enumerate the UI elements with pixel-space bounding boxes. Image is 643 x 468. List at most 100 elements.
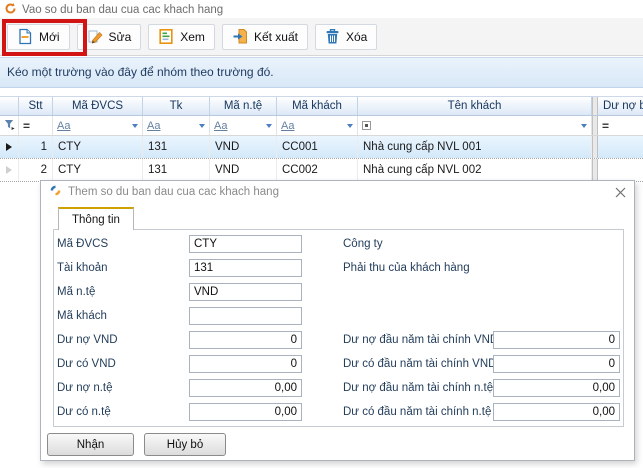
new-button-label: Mới [39, 30, 60, 44]
new-button[interactable]: Mới [7, 24, 70, 50]
filter-cell-ma-dvcs[interactable]: Aa [53, 116, 143, 135]
cell-ma-dvcs[interactable]: CTY [53, 159, 143, 181]
cell-ma-khach[interactable]: CC002 [277, 159, 358, 181]
grid-header-row: Stt Mã ĐVCS Tk Mã n.tệ Mã khách Tên khác… [0, 96, 643, 116]
form-refresh-icon [4, 2, 17, 18]
current-row-arrow-icon [6, 143, 12, 151]
field-label-du-co-dau-nam-nte: Dư có đầu năm tài chính n.tệ [343, 403, 493, 421]
field-input-du-co-vnd[interactable] [189, 355, 302, 373]
customer-balance-grid: Stt Mã ĐVCS Tk Mã n.tệ Mã khách Tên khác… [0, 96, 643, 182]
field-input-du-no-vnd[interactable] [189, 331, 302, 349]
cell-du-no[interactable] [598, 159, 643, 181]
column-header-du-no[interactable]: Dư nợ ba [598, 97, 643, 115]
filter-cell-ma-khach[interactable]: Aa [277, 116, 358, 135]
view-button-label: Xem [180, 30, 205, 44]
chevron-down-icon[interactable] [581, 124, 587, 128]
accept-button[interactable]: Nhận [47, 433, 134, 456]
filter-text-operator: Aa [281, 120, 294, 132]
field-input-ma-dvcs[interactable] [189, 235, 302, 253]
add-balance-dialog: Them so du ban dau cua cac khach hang Th… [40, 180, 635, 461]
row-selector-cell[interactable] [0, 159, 19, 181]
field-label-du-no-dau-nam-nte: Dư nợ đầu năm tài chính n.tệ [343, 379, 493, 397]
cell-ten-khach[interactable]: Nhà cung cấp NVL 001 [358, 136, 592, 158]
filter-box-icon [362, 121, 371, 130]
tab-thong-tin[interactable]: Thông tin [58, 207, 134, 230]
delete-button[interactable]: Xóa [315, 24, 377, 50]
chevron-down-icon[interactable] [132, 124, 138, 128]
column-header-ma-nte[interactable]: Mã n.tệ [210, 97, 277, 115]
app-logo-icon [49, 184, 62, 200]
cell-stt[interactable]: 1 [19, 136, 53, 158]
filter-cell-stt[interactable]: = [19, 116, 53, 135]
cell-ma-nte[interactable]: VND [210, 136, 277, 158]
field-input-tai-khoan[interactable] [189, 259, 302, 277]
field-label-du-no-dau-nam-vnd: Dư nợ đầu năm tài chính VND [343, 331, 493, 349]
column-header-ma-khach[interactable]: Mã khách [277, 97, 358, 115]
row-selector-cell[interactable] [0, 136, 19, 158]
filter-funnel-cell[interactable] [0, 116, 19, 135]
filter-text-operator: Aa [214, 120, 227, 132]
cell-tk[interactable]: 131 [143, 159, 210, 181]
filter-text-operator: Aa [147, 120, 160, 132]
field-input-du-no-dau-nam-nte[interactable] [493, 379, 620, 397]
view-list-icon [158, 28, 174, 45]
filter-cell-ten-khach[interactable] [358, 116, 592, 135]
export-button[interactable]: Kết xuất [222, 24, 308, 50]
cancel-button[interactable]: Hủy bỏ [144, 433, 226, 456]
row-arrow-icon [6, 166, 12, 174]
cell-stt[interactable]: 2 [19, 159, 53, 181]
field-input-du-co-dau-nam-nte[interactable] [493, 403, 620, 421]
cell-ten-khach[interactable]: Nhà cung cấp NVL 002 [358, 159, 592, 181]
field-label-ma-khach: Mã khách [57, 307, 187, 325]
field-input-du-no-nte[interactable] [189, 379, 302, 397]
cell-ma-nte[interactable]: VND [210, 159, 277, 181]
chevron-down-icon[interactable] [199, 124, 205, 128]
table-row[interactable]: 1 CTY 131 VND CC001 Nhà cung cấp NVL 001 [0, 136, 643, 158]
field-input-ma-khach[interactable] [189, 307, 302, 325]
window-title-bar: Vao so du ban dau cua cac khach hang [4, 1, 223, 18]
chevron-down-icon[interactable] [347, 124, 353, 128]
cell-ma-dvcs[interactable]: CTY [53, 136, 143, 158]
edit-button-label: Sửa [109, 30, 132, 44]
edit-pencil-icon [87, 28, 103, 45]
field-label-du-co-nte: Dư có n.tệ [57, 403, 187, 421]
field-input-du-no-dau-nam-vnd[interactable] [493, 331, 620, 349]
filter-text-operator: Aa [57, 120, 70, 132]
new-document-icon [17, 28, 33, 45]
filter-cell-tk[interactable]: Aa [143, 116, 210, 135]
filter-funnel-icon [4, 119, 15, 133]
export-icon [232, 28, 248, 45]
filter-equals-operator: = [602, 119, 608, 133]
delete-button-label: Xóa [346, 30, 367, 44]
column-header-ten-khach[interactable]: Tên khách [358, 97, 592, 115]
field-input-du-co-nte[interactable] [189, 403, 302, 421]
column-header-ma-dvcs[interactable]: Mã ĐVCS [53, 97, 143, 115]
table-row[interactable]: 2 CTY 131 VND CC002 Nhà cung cấp NVL 002 [0, 159, 643, 181]
filter-cell-du-no[interactable]: = [598, 116, 643, 135]
toolbar: Mới Sửa Xem Kết xuất Xóa [0, 18, 643, 56]
column-header-stt[interactable]: Stt [19, 97, 53, 115]
grid-filter-row: = Aa Aa Aa Aa = [0, 116, 643, 136]
edit-button[interactable]: Sửa [77, 24, 142, 50]
cell-ma-khach[interactable]: CC001 [277, 136, 358, 158]
cell-tk[interactable]: 131 [143, 136, 210, 158]
dialog-title-bar: Them so du ban dau cua cac khach hang [41, 181, 634, 203]
field-input-ma-nte[interactable] [189, 283, 302, 301]
cell-du-no[interactable] [598, 136, 643, 158]
filter-cell-ma-nte[interactable]: Aa [210, 116, 277, 135]
field-desc-tai-khoan: Phải thu của khách hàng [343, 259, 470, 277]
field-input-du-co-dau-nam-vnd[interactable] [493, 355, 620, 373]
dialog-title: Them so du ban dau cua cac khach hang [68, 186, 279, 198]
group-by-hint: Kéo một trường vào đây để nhóm theo trườ… [7, 65, 274, 79]
field-label-ma-nte: Mã n.tệ [57, 283, 187, 301]
field-label-du-co-vnd: Dư có VND [57, 355, 187, 373]
field-label-ma-dvcs: Mã ĐVCS [57, 235, 187, 253]
trash-icon [325, 28, 340, 45]
group-by-bar[interactable]: Kéo một trường vào đây để nhóm theo trườ… [0, 57, 643, 88]
chevron-down-icon[interactable] [266, 124, 272, 128]
field-label-du-no-nte: Dư nợ n.tệ [57, 379, 187, 397]
dialog-close-button[interactable] [615, 187, 626, 198]
column-header-tk[interactable]: Tk [143, 97, 210, 115]
view-button[interactable]: Xem [148, 24, 215, 50]
field-label-tai-khoan: Tài khoản [57, 259, 187, 277]
